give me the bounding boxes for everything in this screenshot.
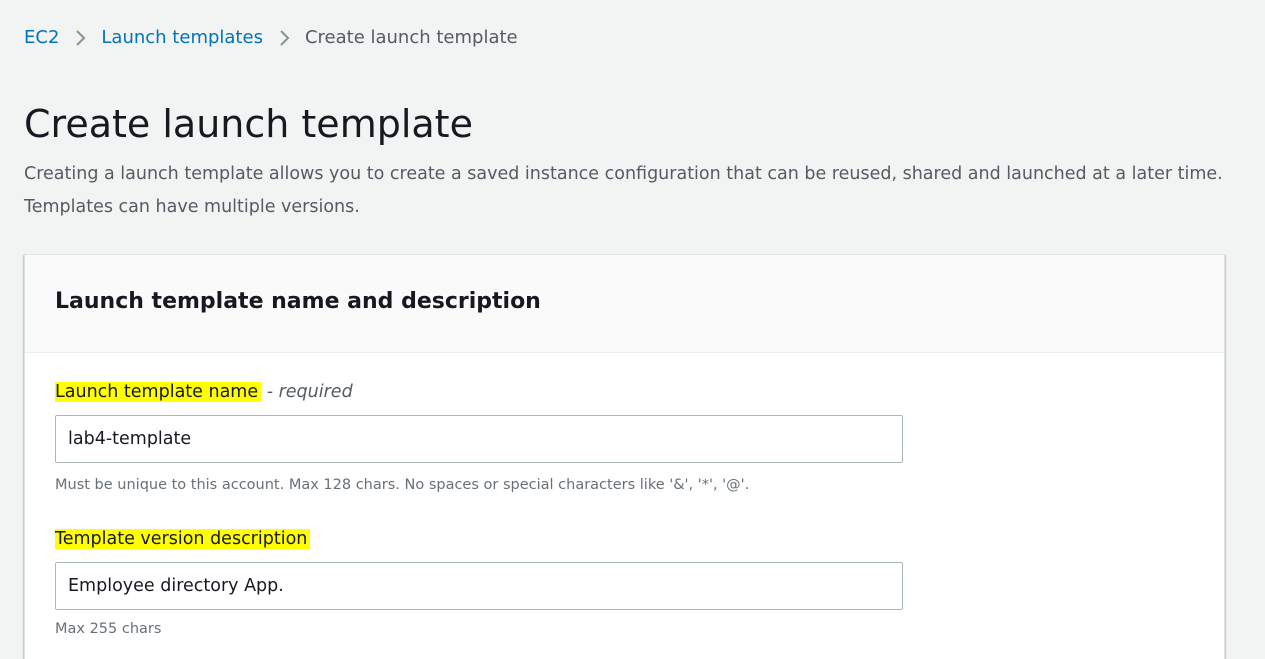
launch-template-name-input[interactable] <box>55 415 903 463</box>
label-separator: - <box>261 382 279 402</box>
page-title: Create launch template <box>24 102 473 146</box>
template-version-description-input[interactable] <box>55 562 903 610</box>
breadcrumb-link-ec2[interactable]: EC2 <box>24 26 59 50</box>
launch-template-name-label: Launch template name - required <box>55 379 353 405</box>
page-description: Creating a launch template allows you to… <box>24 164 1223 217</box>
chevron-right-icon <box>268 26 300 50</box>
launch-template-name-label-text: Launch template name <box>55 382 262 402</box>
section-header: Launch template name and description <box>25 255 1224 353</box>
section-title: Launch template name and description <box>55 289 541 314</box>
breadcrumb: EC2 Launch templates Create launch templ… <box>24 26 518 50</box>
template-version-description-hint: Max 255 chars <box>55 621 162 637</box>
breadcrumb-link-launch-templates[interactable]: Launch templates <box>101 26 263 50</box>
page: EC2 Launch templates Create launch templ… <box>0 0 1265 659</box>
template-version-description-label: Template version description <box>55 526 311 552</box>
chevron-right-icon <box>64 26 96 50</box>
breadcrumb-current: Create launch template <box>304 27 518 48</box>
required-indicator: required <box>278 382 353 402</box>
launch-template-name-hint: Must be unique to this account. Max 128 … <box>55 477 750 493</box>
template-version-description-label-text: Template version description <box>55 529 311 549</box>
launch-template-name-section: Launch template name and description Lau… <box>24 254 1225 659</box>
